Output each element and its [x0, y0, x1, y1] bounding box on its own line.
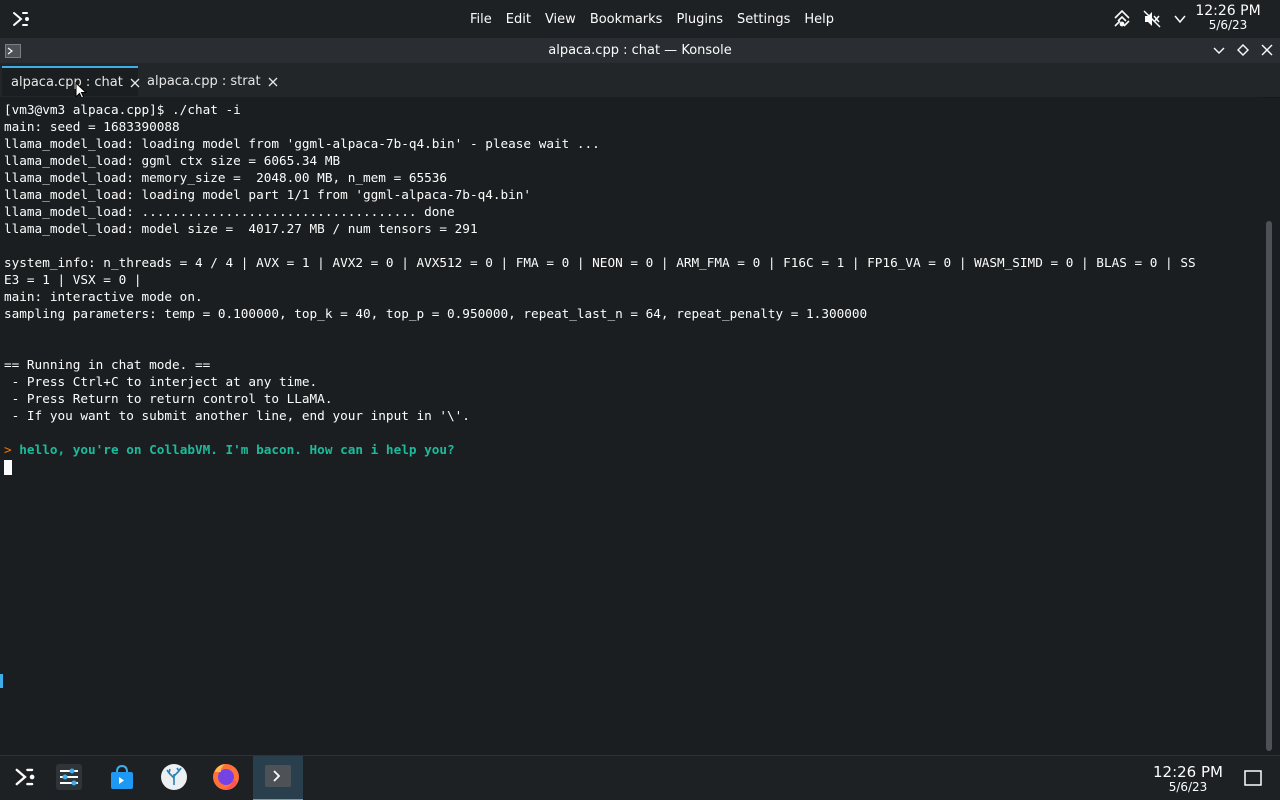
maximize-icon[interactable] [1236, 42, 1250, 56]
terminal-view[interactable]: [vm3@vm3 alpaca.cpp]$ ./chat -i main: see… [0, 97, 1262, 755]
menu-file[interactable]: File [463, 12, 499, 27]
menu-view[interactable]: View [538, 12, 583, 27]
firefox-button[interactable] [201, 756, 251, 800]
terminal-line: - Press Ctrl+C to interject at any time. [4, 374, 318, 389]
konsole-taskbar-button[interactable] [253, 756, 303, 800]
application-launcher-button[interactable] [0, 756, 50, 800]
minimize-icon[interactable] [1212, 42, 1226, 56]
firefox-icon [211, 762, 241, 796]
clock-time: 12:26 PM [1153, 763, 1223, 781]
kde-menu-icon[interactable] [10, 8, 32, 30]
window-title: alpaca.cpp : chat — Konsole [548, 43, 732, 58]
menu-settings[interactable]: Settings [730, 12, 797, 27]
top-clock[interactable]: 12:26 PM 5/6/23 [1188, 4, 1268, 31]
terminal-line: == Running in chat mode. == [4, 357, 211, 372]
terminal-line: llama_model_load: loading model from 'gg… [4, 136, 600, 151]
menu-edit[interactable]: Edit [499, 12, 538, 27]
terminal-line: sampling parameters: temp = 0.100000, to… [4, 306, 868, 321]
tab-strat[interactable]: alpaca.cpp : strat [138, 66, 278, 96]
network-icon[interactable] [1112, 9, 1132, 29]
taskbar: 12:26 PM 5/6/23 [0, 755, 1280, 800]
user-input-text: hello, you're on CollabVM. I'm bacon. Ho… [19, 442, 455, 457]
tab-close-icon[interactable] [268, 76, 278, 87]
kde-connect-icon [160, 763, 188, 795]
terminal-line: system_info: n_threads = 4 / 4 | AVX = 1… [4, 255, 1196, 270]
tab-label: alpaca.cpp : chat [11, 74, 123, 90]
clock-date: 5/6/23 [1168, 780, 1208, 794]
tab-bar: alpaca.cpp : chat alpaca.cpp : strat [0, 63, 1280, 100]
terminal-line: llama_model_load: ......................… [4, 204, 455, 219]
terminal-line: [vm3@vm3 alpaca.cpp]$ ./chat -i [4, 102, 241, 117]
clock-time: 12:26 PM [1195, 3, 1261, 19]
terminal-line: llama_model_load: ggml ctx size = 6065.3… [4, 153, 341, 168]
prompt-marker: > [4, 442, 12, 457]
terminal-line: llama_model_load: memory_size = 2048.00 … [4, 170, 448, 185]
chevron-down-icon[interactable] [1172, 11, 1188, 27]
taskbar-clock[interactable]: 12:26 PM 5/6/23 [1148, 763, 1228, 794]
discover-store-button[interactable] [97, 756, 147, 800]
volume-muted-icon[interactable] [1142, 9, 1162, 29]
terminal-line: main: seed = 1683390088 [4, 119, 180, 134]
close-icon[interactable] [1260, 42, 1274, 56]
terminal-line: llama_model_load: loading model part 1/1… [4, 187, 532, 202]
window-controls [1212, 42, 1274, 56]
tab-chat[interactable]: alpaca.cpp : chat [2, 66, 140, 96]
terminal-line: - Press Return to return control to LLaM… [4, 391, 333, 406]
terminal-output: [vm3@vm3 alpaca.cpp]$ ./chat -i main: see… [4, 101, 1196, 475]
menu-plugins[interactable]: Plugins [669, 12, 730, 27]
top-panel: File Edit View Bookmarks Plugins Setting… [0, 0, 1280, 38]
menu-bar: File Edit View Bookmarks Plugins Setting… [463, 0, 841, 38]
application-launcher-icon [12, 764, 38, 794]
system-settings-icon [55, 763, 83, 795]
menu-bookmarks[interactable]: Bookmarks [583, 12, 670, 27]
clock-date: 5/6/23 [1208, 18, 1248, 32]
terminal-line: E3 = 1 | VSX = 0 | [4, 272, 142, 287]
system-settings-button[interactable] [44, 756, 94, 800]
show-desktop-icon[interactable] [1244, 770, 1262, 786]
terminal-line: main: interactive mode on. [4, 289, 203, 304]
system-tray [1112, 8, 1188, 30]
terminal-scrollbar[interactable] [1266, 221, 1272, 751]
cursor-line [4, 458, 1196, 475]
konsole-icon [264, 762, 292, 794]
kde-connect-button[interactable] [149, 756, 199, 800]
tab-label: alpaca.cpp : strat [147, 73, 261, 89]
text-cursor [4, 460, 12, 475]
menu-help[interactable]: Help [797, 12, 841, 27]
discover-store-icon [108, 763, 136, 795]
terminal-line: - If you want to submit another line, en… [4, 408, 470, 423]
scroll-marker [0, 674, 3, 688]
terminal-line: llama_model_load: model size = 4017.27 M… [4, 221, 478, 236]
prompt-line: > hello, you're on CollabVM. I'm bacon. … [4, 441, 1196, 458]
window-titlebar[interactable]: alpaca.cpp : chat — Konsole [0, 38, 1280, 63]
